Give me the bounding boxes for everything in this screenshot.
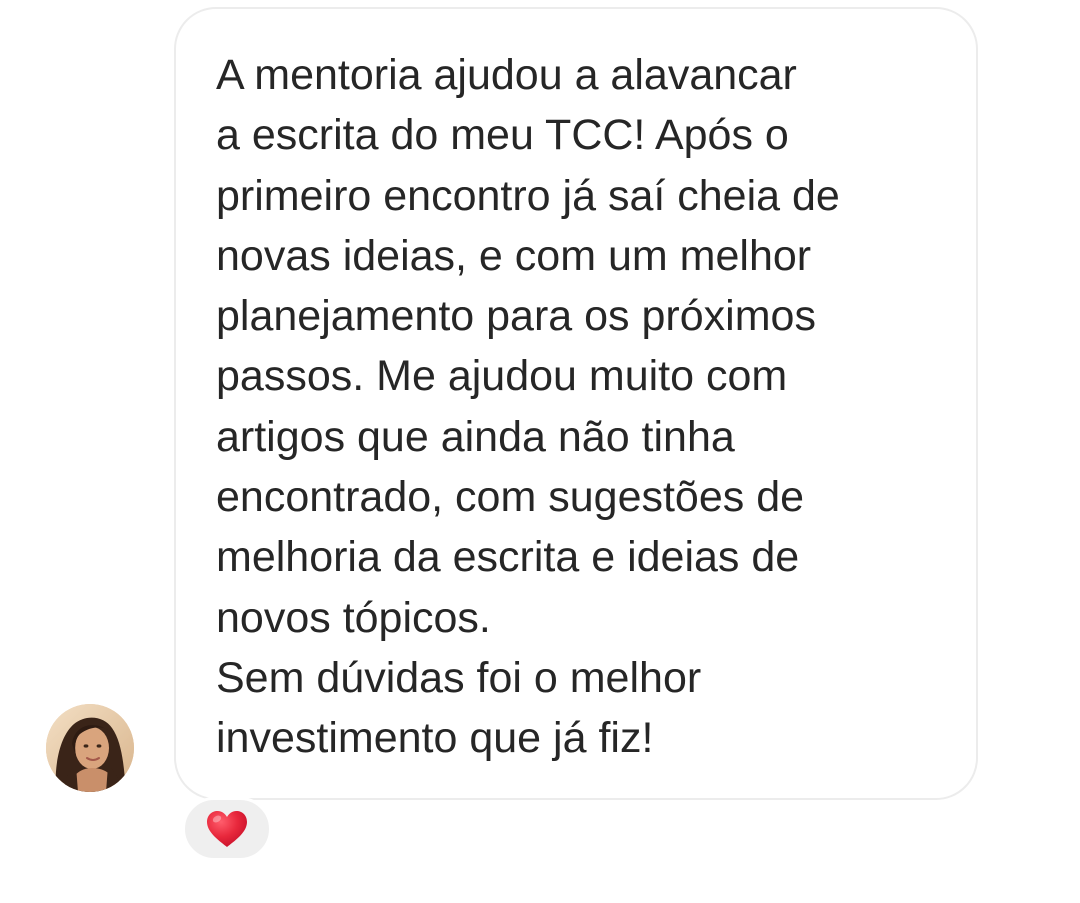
message-line: artigos que ainda não tinha <box>216 412 735 461</box>
chat-screen: A mentoria ajudou a alavancar a escrita … <box>0 0 1080 903</box>
avatar[interactable] <box>46 704 134 792</box>
reaction-badge[interactable] <box>182 797 272 861</box>
profile-photo <box>46 704 134 792</box>
message-bubble[interactable]: A mentoria ajudou a alavancar a escrita … <box>174 7 978 800</box>
red-heart-icon <box>207 811 247 847</box>
message-line: a escrita do meu TCC! Após o <box>216 111 789 160</box>
message-line: encontrado, com sugestões de <box>216 473 805 522</box>
message-line: A mentoria ajudou a alavancar <box>216 51 797 99</box>
message-line: passos. Me ajudou muito com <box>216 352 788 401</box>
message-line: Sem dúvidas foi o melhor <box>216 653 702 702</box>
message-line: planejamento para os próximos <box>216 292 816 341</box>
message-line: investimento que já fiz! <box>216 714 654 763</box>
message-line: novos tópicos. <box>216 593 491 642</box>
message-line: primeiro encontro já saí cheia de <box>216 171 840 220</box>
message-line: novas ideias, e com um melhor <box>216 231 812 280</box>
message-line: melhoria da escrita e ideias de <box>216 533 800 582</box>
